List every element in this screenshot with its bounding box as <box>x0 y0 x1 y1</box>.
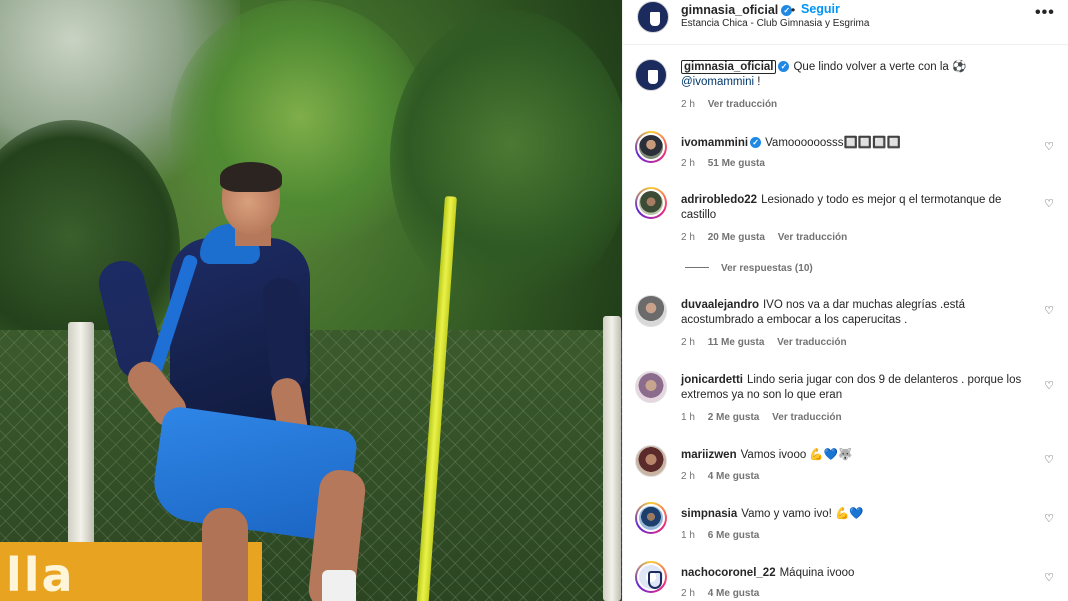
timestamp: 2 h <box>681 337 695 348</box>
heart-outline-icon[interactable]: ♡ <box>1043 572 1055 584</box>
likes-count[interactable]: 6 Me gusta <box>708 530 760 541</box>
translate-link[interactable]: Ver traducción <box>778 232 847 243</box>
timestamp: 1 h <box>681 530 695 541</box>
comment-username[interactable]: adrirobledo22 <box>681 194 757 206</box>
likes-count[interactable]: 11 Me gusta <box>708 337 765 348</box>
player-hair <box>220 162 282 192</box>
caption-text: gimnasia_oficial ✓ Que lindo volver a vert… <box>681 60 1033 90</box>
avatar[interactable] <box>637 1 669 33</box>
fence-post <box>603 316 621 601</box>
separator-dot: • <box>791 3 796 17</box>
heart-outline-icon[interactable]: ♡ <box>1043 454 1055 466</box>
timestamp: 2 h <box>681 232 695 243</box>
timestamp: 2 h <box>681 158 695 169</box>
comment-text: mariizwen Vamos ivooo 💪💙🐺 <box>681 448 1033 463</box>
likes-count[interactable]: 20 Me gusta <box>708 232 765 243</box>
heart-outline-icon[interactable]: ♡ <box>1043 198 1055 210</box>
comment-body: Vamos ivooo 💪💙🐺 <box>740 449 853 461</box>
comment-text: duvaalejandro IVO nos va a dar muchas ale… <box>681 298 1033 328</box>
comment-username[interactable]: mariizwen <box>681 449 737 461</box>
caption-username[interactable]: gimnasia_oficial <box>681 60 777 74</box>
timestamp: 2 h <box>681 471 695 482</box>
player-leg <box>202 508 248 601</box>
comment-meta: 2 h 51 Me gusta <box>681 158 775 169</box>
mention-link[interactable]: @ivomammini <box>681 76 754 88</box>
fence-post <box>68 322 94 552</box>
comment-meta: 2 h 11 Me gusta Ver traducción <box>681 337 857 348</box>
avatar[interactable] <box>635 371 667 403</box>
comment-meta: 2 h 4 Me gusta <box>681 588 769 599</box>
verified-badge-icon: ✓ <box>778 61 790 72</box>
player-sock <box>322 570 356 601</box>
comment-meta: 2 h 20 Me gusta Ver traducción <box>681 232 857 243</box>
comment-body: Vamoooooosss🔲🔲🔲🔲 <box>765 137 901 149</box>
comment-username[interactable]: nachocoronel_22 <box>681 567 776 579</box>
heart-outline-icon[interactable]: ♡ <box>1043 305 1055 317</box>
banner-text: lla <box>6 548 75 601</box>
caption-meta: 2 h Ver traducción <box>681 99 787 110</box>
heart-outline-icon[interactable]: ♡ <box>1043 513 1055 525</box>
comment-username[interactable]: duvaalejandro <box>681 299 759 311</box>
post-header: gimnasia_oficial ✓ • Seguir Estancia Chic… <box>623 0 1068 45</box>
translate-link[interactable]: Ver traducción <box>772 412 841 423</box>
comment-username[interactable]: simpnasia <box>681 508 737 520</box>
location-link[interactable]: Estancia Chica - Club Gimnasia y Esgrima <box>681 18 869 29</box>
comment-text: jonicardetti Lindo seria jugar con dos 9 … <box>681 373 1033 403</box>
translate-link[interactable]: Ver traducción <box>777 337 846 348</box>
likes-count[interactable]: 2 Me gusta <box>708 412 760 423</box>
comment-text: simpnasia Vamo y vamo ivo! 💪💙 <box>681 507 1033 522</box>
heart-outline-icon[interactable]: ♡ <box>1043 141 1055 153</box>
post-photo[interactable]: lla <box>0 0 622 601</box>
comment-text: nachocoronel_22 Máquina ivooo <box>681 566 1033 581</box>
avatar[interactable] <box>635 445 667 477</box>
username-text[interactable]: gimnasia_oficial <box>681 3 778 17</box>
more-horizontal-icon[interactable]: ••• <box>1035 4 1055 22</box>
replies-label[interactable]: Ver respuestas (10) <box>721 263 813 274</box>
timestamp: 2 h <box>681 588 695 599</box>
comments-panel: gimnasia_oficial ✓ • Seguir Estancia Chic… <box>622 0 1068 601</box>
likes-count[interactable]: 51 Me gusta <box>708 158 765 169</box>
timestamp: 1 h <box>681 412 695 423</box>
comment-meta: 2 h 4 Me gusta <box>681 471 769 482</box>
avatar[interactable] <box>635 59 667 91</box>
player-figure <box>94 160 380 601</box>
likes-count[interactable]: 4 Me gusta <box>708 588 760 599</box>
caption-suffix: ! <box>754 76 761 88</box>
comment-body: Máquina ivooo <box>779 567 855 579</box>
comment-meta: 1 h 2 Me gusta Ver traducción <box>681 412 852 423</box>
comment-username[interactable]: jonicardetti <box>681 374 743 386</box>
caption-body: Que lindo volver a verte con la ⚽ <box>793 61 967 73</box>
avatar[interactable] <box>635 295 667 327</box>
heart-outline-icon[interactable]: ♡ <box>1043 380 1055 392</box>
avatar[interactable] <box>635 561 667 593</box>
replies-line <box>685 267 709 268</box>
comment-username[interactable]: ivomammini <box>681 137 748 149</box>
timestamp: 2 h <box>681 99 695 110</box>
translate-link[interactable]: Ver traducción <box>708 99 777 110</box>
photo-tree <box>390 10 622 310</box>
avatar[interactable] <box>635 131 667 163</box>
avatar[interactable] <box>635 187 667 219</box>
comment-text: ivomammini ✓ Vamoooooosss🔲🔲🔲🔲 <box>681 136 1033 151</box>
comment-meta: 1 h 6 Me gusta <box>681 530 769 541</box>
header-username[interactable]: gimnasia_oficial ✓ <box>681 3 793 17</box>
avatar[interactable] <box>635 502 667 534</box>
view-replies-button[interactable]: Ver respuestas (10) <box>685 263 813 274</box>
verified-badge-icon: ✓ <box>750 137 762 148</box>
comment-text: adrirobledo22 Lesionado y todo es mejor q… <box>681 193 1033 223</box>
likes-count[interactable]: 4 Me gusta <box>708 471 760 482</box>
follow-button[interactable]: Seguir <box>801 2 840 16</box>
comment-body: Vamo y vamo ivo! 💪💙 <box>741 508 864 520</box>
